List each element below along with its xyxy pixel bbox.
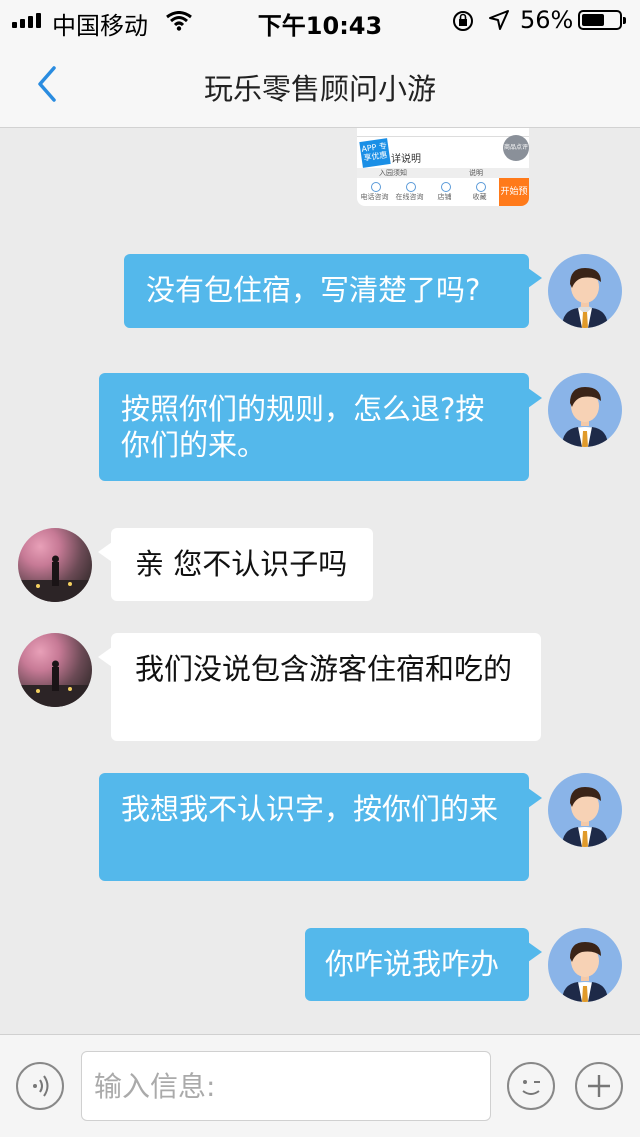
page-title: 玩乐零售顾问小游: [203, 72, 436, 106]
my-avatar[interactable]: [548, 254, 622, 328]
shared-screenshot-image[interactable]: APP 专享优惠 详说明 商品点评 入园须知 说明 电话咨询 在线咨询 店铺 收…: [357, 128, 529, 206]
bubble-tail: [98, 542, 112, 562]
shot-side-badge: 商品点评: [503, 135, 529, 161]
message-text: 没有包住宿，写清楚了吗?: [146, 273, 481, 307]
person-avatar-icon: [562, 942, 608, 1002]
location-icon: [488, 9, 510, 37]
shot-chat-icon: 在线咨询: [392, 180, 427, 206]
emoji-icon: [522, 1080, 540, 1095]
my-avatar[interactable]: [548, 928, 622, 1002]
nav-bar: 玩乐零售顾问小游: [0, 40, 640, 128]
message-bubble-sent[interactable]: 你咋说我咋办: [305, 928, 529, 1001]
shot-cta: 开始预: [499, 178, 529, 206]
bubble-tail: [528, 388, 542, 408]
voice-button[interactable]: [16, 1062, 64, 1110]
my-avatar[interactable]: [548, 773, 622, 847]
message-bubble-received[interactable]: 亲 您不认识子吗: [111, 528, 373, 601]
shot-heart-icon: 收藏: [462, 180, 497, 206]
message-input[interactable]: [81, 1051, 491, 1121]
message-bubble-sent[interactable]: 我想我不认识字，按你们的来: [99, 773, 529, 881]
emoji-button[interactable]: [507, 1062, 555, 1110]
message-text: 你咋说我咋办: [325, 947, 500, 981]
add-button[interactable]: [575, 1062, 623, 1110]
message-bubble-sent[interactable]: 按照你们的规则，怎么退?按你们的来。: [99, 373, 529, 481]
shot-icon-row: 电话咨询 在线咨询 店铺 收藏: [357, 180, 497, 206]
shot-phone-icon: 电话咨询: [357, 180, 392, 206]
message-text: 我们没说包含游客住宿和吃的: [135, 652, 513, 686]
person-avatar-icon: [562, 387, 608, 447]
status-bar: 中国移动 下午10:43 56%: [0, 0, 640, 40]
bubble-tail: [528, 942, 542, 962]
shot-row: 入园须知 说明: [357, 168, 529, 178]
bubble-tail: [528, 268, 542, 288]
chat-list[interactable]: APP 专享优惠 详说明 商品点评 入园须知 说明 电话咨询 在线咨询 店铺 收…: [0, 128, 640, 1034]
message-bubble-received[interactable]: 我们没说包含游客住宿和吃的: [111, 633, 541, 741]
orientation-lock-icon: [451, 9, 475, 39]
message-text: 我想我不认识字，按你们的来: [121, 792, 499, 826]
message-text: 亲 您不认识子吗: [135, 547, 348, 581]
person-avatar-icon: [562, 787, 608, 847]
my-avatar[interactable]: [548, 373, 622, 447]
bubble-tail: [98, 647, 112, 667]
shot-desc: 详说明: [391, 154, 421, 165]
bubble-tail: [528, 788, 542, 808]
shot-row-right: 说明: [469, 169, 483, 177]
battery-percent: 56%: [520, 6, 574, 34]
advisor-avatar[interactable]: [18, 633, 92, 707]
photo-avatar-icon: [18, 660, 92, 707]
person-avatar-icon: [562, 268, 608, 328]
battery-icon: [578, 10, 626, 30]
message-text: 按照你们的规则，怎么退?按你们的来。: [121, 392, 485, 462]
photo-avatar-icon: [18, 555, 92, 602]
message-bubble-sent[interactable]: 没有包住宿，写清楚了吗?: [124, 254, 529, 328]
shot-shop-icon: 店铺: [427, 180, 462, 206]
shot-row-left: 入园须知: [379, 169, 407, 177]
voice-icon: [33, 1075, 49, 1097]
app-promo-badge: APP 专享优惠: [359, 138, 391, 168]
advisor-avatar[interactable]: [18, 528, 92, 602]
input-bar: [0, 1034, 640, 1137]
plus-icon: [588, 1075, 610, 1097]
